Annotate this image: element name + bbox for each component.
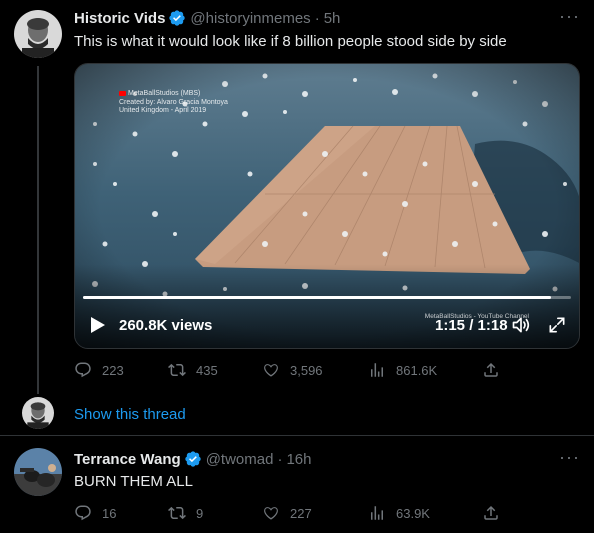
views-count: 63.9K xyxy=(396,505,430,521)
tweet-text: BURN THEM ALL xyxy=(74,473,193,490)
separator-dot: · xyxy=(277,450,283,468)
timestamp[interactable]: 16h xyxy=(286,451,311,468)
like-icon xyxy=(264,507,278,520)
verified-badge-icon xyxy=(185,451,201,467)
verified-badge-icon xyxy=(169,10,186,26)
watermark-line: MetaBallStudios (MBS) xyxy=(128,90,201,97)
tweet-actions: 223 435 3,596 861.6K xyxy=(74,361,498,381)
thread-line xyxy=(37,66,39,394)
handle[interactable]: @twomad xyxy=(206,451,274,468)
share-icon xyxy=(484,505,498,520)
share-icon xyxy=(484,362,498,377)
tweet-actions: 16 9 227 63.9K xyxy=(74,504,498,524)
tweet-header: Historic Vids @historyinmemes · 5h xyxy=(74,9,340,27)
volume-icon[interactable] xyxy=(510,315,532,335)
separator-dot: · xyxy=(314,9,320,27)
video-watermark: MetaBallStudios (MBS) Created by: Alvaro… xyxy=(119,90,228,116)
retweet-button[interactable]: 435 xyxy=(168,361,218,379)
watermark-line: United Kingdom - April 2019 xyxy=(119,107,207,114)
retweet-button[interactable]: 9 xyxy=(168,504,203,522)
video-player[interactable]: MetaBallStudios (MBS) Created by: Alvaro… xyxy=(74,63,580,349)
video-time: 1:15 / 1:18 xyxy=(435,317,508,334)
reply-icon xyxy=(75,505,91,521)
avatar[interactable] xyxy=(14,448,62,496)
tweet-text: This is what it would look like if 8 bil… xyxy=(74,33,507,50)
retweet-count: 9 xyxy=(196,505,204,521)
show-thread-row[interactable]: Show this thread xyxy=(0,394,594,434)
retweet-icon xyxy=(168,506,186,520)
fullscreen-icon[interactable] xyxy=(547,315,567,335)
video-views: 260.8K views xyxy=(119,317,213,334)
views-count: 861.6K xyxy=(396,362,438,378)
play-icon[interactable] xyxy=(89,315,107,335)
more-icon[interactable]: ··· xyxy=(559,6,580,27)
reply-button[interactable]: 16 xyxy=(74,504,116,522)
like-count: 227 xyxy=(290,505,312,521)
display-name[interactable]: Terrance Wang xyxy=(74,451,181,468)
like-button[interactable]: 227 xyxy=(262,504,312,522)
share-button[interactable] xyxy=(482,361,510,379)
tweet-terrance-wang[interactable]: Terrance Wang @twomad · 16h ··· BURN THE… xyxy=(0,436,594,533)
handle[interactable]: @historyinmemes xyxy=(190,10,310,27)
timestamp[interactable]: 5h xyxy=(324,10,341,27)
tweet-header: Terrance Wang @twomad · 16h xyxy=(74,450,311,468)
youtube-icon xyxy=(119,90,126,96)
views-button[interactable]: 861.6K xyxy=(368,361,437,379)
watermark-line: Created by: Alvaro Gracia Montoya xyxy=(119,98,228,106)
avatar[interactable] xyxy=(14,10,62,58)
display-name[interactable]: Historic Vids xyxy=(74,10,165,27)
thread-avatar xyxy=(22,397,54,429)
reply-icon xyxy=(75,362,91,378)
video-progress-fill xyxy=(83,296,552,299)
retweet-count: 435 xyxy=(196,362,218,378)
like-icon xyxy=(264,364,278,377)
views-button[interactable]: 63.9K xyxy=(368,504,430,522)
video-progress-bar[interactable] xyxy=(83,296,571,299)
retweet-icon xyxy=(168,363,186,377)
reply-count: 223 xyxy=(102,362,124,378)
like-button[interactable]: 3,596 xyxy=(262,361,323,379)
more-icon[interactable]: ··· xyxy=(559,447,580,468)
reply-count: 16 xyxy=(102,505,117,521)
views-icon xyxy=(371,506,383,520)
views-icon xyxy=(371,363,383,377)
reply-button[interactable]: 223 xyxy=(74,361,124,379)
share-button[interactable] xyxy=(482,504,510,522)
show-thread-link[interactable]: Show this thread xyxy=(74,406,186,423)
like-count: 3,596 xyxy=(290,362,323,378)
tweet-historic-vids[interactable]: Historic Vids @historyinmemes · 5h ··· T… xyxy=(0,0,594,394)
